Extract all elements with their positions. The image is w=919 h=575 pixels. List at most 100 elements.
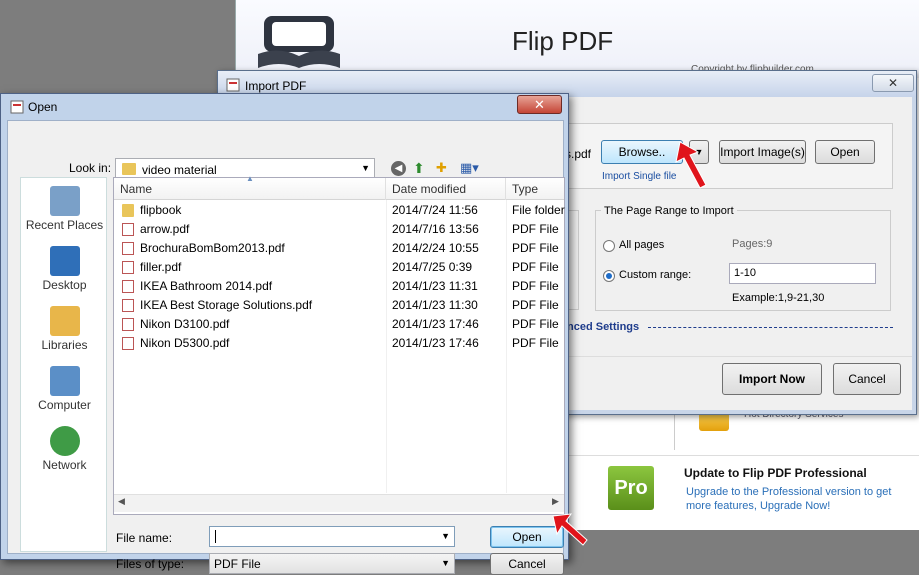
import-now-button[interactable]: Import Now bbox=[722, 363, 822, 395]
place-label: Computer bbox=[38, 398, 91, 412]
file-date: 2014/7/24 11:56 bbox=[392, 203, 478, 217]
file-type: PDF File bbox=[512, 241, 559, 255]
import-images-button[interactable]: Import Image(s) bbox=[719, 140, 806, 164]
file-type: PDF File bbox=[512, 336, 559, 350]
file-name: Nikon D5300.pdf bbox=[140, 336, 230, 350]
file-type: PDF File bbox=[512, 260, 559, 274]
file-type: PDF File bbox=[512, 317, 559, 331]
file-name-input[interactable]: ▼ bbox=[209, 526, 455, 547]
column-date-modified[interactable]: Date modified bbox=[386, 178, 506, 200]
pdf-file-icon bbox=[122, 299, 134, 312]
custom-range-label[interactable]: Custom range: bbox=[619, 269, 691, 281]
file-type: PDF File bbox=[512, 222, 559, 236]
files-of-type-select[interactable]: PDF File ▼ bbox=[209, 553, 455, 574]
place-recent-places[interactable]: Recent Places bbox=[21, 186, 108, 232]
table-row[interactable]: IKEA Best Storage Solutions.pdf 2014/1/23… bbox=[114, 296, 564, 315]
book-icon bbox=[258, 16, 340, 68]
chevron-down-icon[interactable]: ▼ bbox=[441, 531, 450, 541]
look-in-value: video material bbox=[142, 163, 217, 177]
desktop-icon bbox=[49, 246, 80, 276]
page-range-title: The Page Range to Import bbox=[601, 205, 737, 217]
chevron-down-icon: ▼ bbox=[361, 163, 370, 173]
file-date: 2014/1/23 17:46 bbox=[392, 317, 479, 331]
text-caret bbox=[215, 530, 216, 543]
files-of-type-value: PDF File bbox=[214, 557, 261, 571]
import-single-file-link[interactable]: Import Single file bbox=[602, 171, 676, 182]
all-pages-label[interactable]: All pages bbox=[619, 239, 664, 251]
file-date: 2014/1/23 17:46 bbox=[392, 336, 479, 350]
file-type: PDF File bbox=[512, 298, 559, 312]
import-cancel-button[interactable]: Cancel bbox=[833, 363, 901, 395]
advanced-settings-divider bbox=[648, 327, 893, 328]
up-folder-icon[interactable]: ⬆ bbox=[413, 160, 425, 177]
scroll-left-icon[interactable]: ◀ bbox=[118, 496, 125, 507]
pdf-app-icon bbox=[226, 78, 240, 92]
app-title: Flip PDF bbox=[512, 26, 614, 56]
open-dialog-title: Open bbox=[28, 100, 58, 114]
range-example: Example:1,9-21,30 bbox=[732, 292, 825, 304]
pages-count: Pages:9 bbox=[732, 238, 773, 250]
file-name: BrochuraBomBom2013.pdf bbox=[140, 241, 285, 255]
open-file-dialog: Open ✕ Look in: video material ▼ ◀ ⬆ ✚ ▦… bbox=[0, 93, 569, 575]
place-label: Libraries bbox=[41, 338, 88, 352]
place-label: Desktop bbox=[42, 278, 87, 292]
file-date: 2014/1/23 11:30 bbox=[392, 298, 478, 312]
sort-ascending-icon: ▲ bbox=[246, 174, 254, 183]
table-row[interactable]: Nikon D5300.pdf 2014/1/23 17:46 PDF File bbox=[114, 334, 564, 353]
table-row[interactable]: Nikon D3100.pdf 2014/1/23 17:46 PDF File bbox=[114, 315, 564, 334]
pdf-file-icon bbox=[122, 242, 134, 255]
scroll-right-icon[interactable]: ▶ bbox=[552, 496, 559, 507]
libraries-icon bbox=[49, 306, 80, 336]
table-row[interactable]: BrochuraBomBom2013.pdf 2014/2/24 10:55 PDF… bbox=[114, 239, 564, 258]
files-of-type-label: Files of type: bbox=[116, 557, 185, 571]
place-computer[interactable]: Computer bbox=[21, 366, 108, 412]
chevron-down-icon: ▼ bbox=[441, 558, 450, 568]
advanced-settings-link[interactable]: nced Settings bbox=[567, 321, 639, 333]
cancel-button[interactable]: Cancel bbox=[490, 553, 564, 575]
file-type: File folder bbox=[512, 203, 565, 217]
look-in-label: Look in: bbox=[69, 161, 112, 175]
upgrade-title: Update to Flip PDF Professional bbox=[684, 466, 867, 480]
import-open-button[interactable]: Open bbox=[815, 140, 875, 164]
custom-range-input[interactable]: 1-10 bbox=[729, 263, 876, 284]
file-date: 2014/1/23 11:31 bbox=[392, 279, 478, 293]
pro-badge-icon[interactable]: Pro bbox=[608, 466, 654, 510]
table-row[interactable]: flipbook 2014/7/24 11:56 File folder bbox=[114, 201, 565, 220]
table-row[interactable]: IKEA Bathroom 2014.pdf 2014/1/23 11:31 PDF… bbox=[114, 277, 564, 296]
file-date: 2014/7/25 0:39 bbox=[392, 260, 473, 274]
pdf-file-icon bbox=[122, 318, 134, 331]
table-row[interactable]: filler.pdf 2014/7/25 0:39 PDF File bbox=[114, 258, 564, 277]
pdf-file-icon bbox=[122, 280, 134, 293]
column-header: Name ▲ Date modified Type bbox=[114, 174, 564, 200]
place-network[interactable]: Network bbox=[21, 426, 108, 472]
place-desktop[interactable]: Desktop bbox=[21, 246, 108, 292]
places-bar: Recent Places Desktop Libraries Computer… bbox=[20, 177, 107, 552]
new-folder-icon[interactable]: ✚ bbox=[436, 160, 447, 176]
all-pages-radio[interactable] bbox=[603, 240, 615, 252]
file-name: Nikon D3100.pdf bbox=[140, 317, 230, 331]
recent-places-icon bbox=[49, 186, 80, 216]
place-label: Recent Places bbox=[25, 218, 104, 232]
file-list: Name ▲ Date modified Type flipbook 2014/7… bbox=[113, 174, 565, 515]
place-libraries[interactable]: Libraries bbox=[21, 306, 108, 352]
upgrade-link[interactable]: Upgrade to the Professional version to g… bbox=[686, 485, 906, 513]
browse-button[interactable]: Browse.. bbox=[601, 140, 683, 164]
views-menu-icon[interactable]: ▦▾ bbox=[460, 160, 479, 176]
import-dialog-title: Import PDF bbox=[245, 79, 307, 93]
file-name: IKEA Bathroom 2014.pdf bbox=[140, 279, 273, 293]
open-dialog-icon bbox=[10, 100, 24, 114]
file-name: flipbook bbox=[140, 203, 182, 217]
place-label: Network bbox=[42, 458, 87, 472]
file-date: 2014/2/24 10:55 bbox=[392, 241, 479, 255]
pdf-file-icon bbox=[122, 337, 134, 350]
column-type[interactable]: Type bbox=[506, 178, 564, 200]
folder-icon bbox=[122, 204, 134, 217]
import-close-button[interactable]: ✕ bbox=[872, 74, 914, 92]
back-icon[interactable]: ◀ bbox=[391, 161, 406, 176]
open-close-button[interactable]: ✕ bbox=[517, 95, 562, 114]
file-type: PDF File bbox=[512, 279, 559, 293]
table-row[interactable]: arrow.pdf 2014/7/16 13:56 PDF File bbox=[114, 220, 564, 239]
file-name: filler.pdf bbox=[140, 260, 182, 274]
custom-range-radio[interactable] bbox=[603, 270, 615, 282]
horizontal-scrollbar[interactable]: ◀ ▶ bbox=[114, 494, 564, 512]
